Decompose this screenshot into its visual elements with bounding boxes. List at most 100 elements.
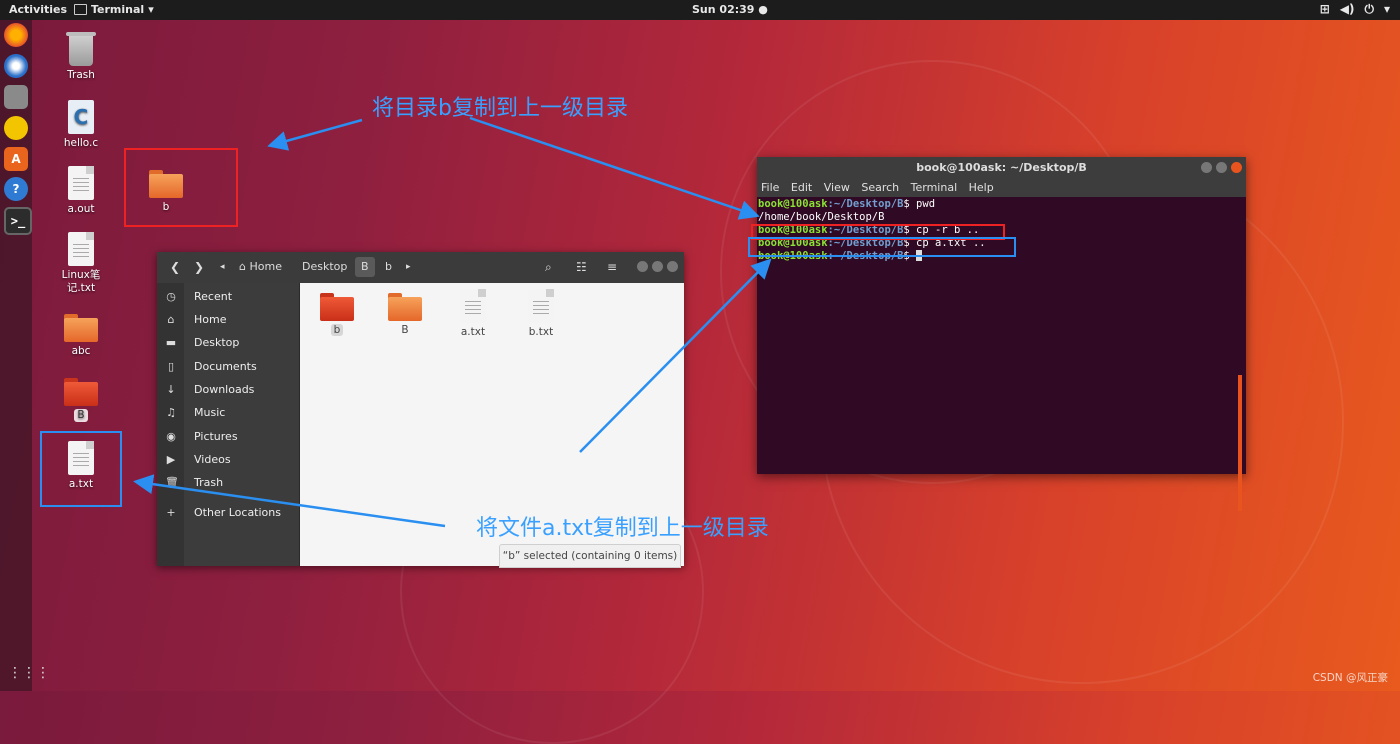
scrollbar[interactable] [1238, 375, 1242, 511]
breadcrumb-b[interactable]: b [379, 257, 398, 277]
activities-button[interactable]: Activities [9, 3, 67, 16]
camera-icon: ◉ [166, 430, 176, 443]
trash-icon [66, 32, 96, 66]
sidebar-item-trash[interactable]: 🗑 Trash [157, 473, 299, 493]
top-bar: Activities Terminal ▾ Sun 02:39 ● ⊞ ◀) ⏻… [0, 0, 1400, 20]
sidebar-item-downloads[interactable]: ↓ Downloads [157, 380, 299, 400]
dock: A ? >_ ⋮⋮⋮ [0, 20, 50, 691]
video-icon: ▶ [166, 453, 176, 466]
sidebar-item-home[interactable]: ⌂ Home [157, 310, 299, 330]
chevron-down-icon: ▾ [1383, 2, 1390, 16]
chevron-down-icon: ▾ [148, 3, 154, 16]
highlight-box-folder-b [124, 148, 238, 227]
highlight-box-cp-a-txt [748, 237, 1016, 257]
help-icon[interactable]: ? [4, 177, 28, 201]
search-icon[interactable]: ⌕ [545, 260, 552, 275]
file-item-B[interactable]: B [380, 293, 430, 336]
firefox-icon[interactable] [4, 23, 28, 47]
file-item-label: B [401, 324, 409, 336]
file-item-label: b [330, 324, 344, 336]
document-icon [528, 289, 554, 323]
sidebar-item-pictures[interactable]: ◉ Pictures [157, 427, 299, 447]
sidebar-item-music[interactable]: ♫ Music [157, 403, 299, 423]
folder-icon [388, 293, 422, 321]
crumb-right-arrow-icon[interactable]: ▸ [406, 262, 411, 272]
file-item-b[interactable]: b [312, 293, 362, 336]
desktop-icon-trash[interactable]: Trash [51, 32, 111, 82]
file-item-label: a.txt [460, 326, 486, 338]
music-icon: ♫ [166, 406, 176, 419]
file-item-b-txt[interactable]: b.txt [516, 289, 566, 338]
file-manager-headerbar: ❮ ❯ ◂ ⌂ Home Desktop B b ▸ ⌕ ☷ ≡ [157, 252, 684, 283]
view-options-icon[interactable]: ☷ [576, 260, 587, 274]
document-icon: ▯ [167, 360, 175, 373]
arrow [469, 116, 760, 220]
sidebar-item-recent[interactable]: ◷ Recent [157, 287, 299, 307]
files-icon[interactable] [4, 85, 28, 109]
sidebar-item-videos[interactable]: ▶ Videos [157, 450, 299, 470]
sidebar-item-other-locations[interactable]: + Other Locations [157, 503, 299, 523]
menu-terminal[interactable]: Terminal [911, 181, 958, 194]
annotation-text-bottom: 将文件a.txt复制到上一级目录 [476, 516, 769, 541]
menu-help[interactable]: Help [969, 181, 994, 194]
software-center-icon[interactable]: A [4, 147, 28, 171]
sidebar-item-desktop[interactable]: ▬ Desktop [157, 333, 299, 353]
terminal-menubar: File Edit View Search Terminal Help [757, 178, 1246, 197]
arrow [267, 118, 363, 151]
system-tray[interactable]: ⊞ ◀) ⏻ ▾ [1320, 2, 1390, 17]
desktop-icon-a-out[interactable]: a.out [51, 166, 111, 216]
crumb-left-arrow-icon[interactable]: ◂ [220, 262, 225, 272]
back-icon[interactable]: ❮ [170, 260, 180, 274]
breadcrumb-desktop[interactable]: Desktop [296, 257, 353, 277]
menu-search[interactable]: Search [861, 181, 899, 194]
folder-icon [320, 293, 354, 321]
close-button[interactable] [667, 261, 678, 272]
watermark: CSDN @风正豪 [1312, 672, 1388, 684]
document-icon [68, 232, 94, 266]
trash-icon: 🗑 [165, 476, 179, 489]
c-source-file-icon: C [68, 100, 94, 134]
desktop-icon-label: B [74, 409, 88, 422]
selection-status: “b” selected (containing 0 items) [499, 544, 681, 568]
menu-icon[interactable]: ≡ [607, 260, 617, 274]
terminal-line: book@100ask:~/Desktop/B$ pwd [758, 198, 936, 210]
folder-icon: ▬ [165, 336, 177, 349]
file-item-label: b.txt [528, 326, 554, 338]
sidebar-item-documents[interactable]: ▯ Documents [157, 357, 299, 377]
home-icon: ⌂ [167, 313, 175, 326]
thunderbird-icon[interactable] [4, 54, 28, 78]
rhythmbox-icon[interactable] [4, 116, 28, 140]
file-item-a-txt[interactable]: a.txt [448, 289, 498, 338]
document-icon [68, 166, 94, 200]
maximize-button[interactable] [652, 261, 663, 272]
plus-icon: + [166, 506, 176, 519]
breadcrumb-B[interactable]: B [355, 257, 375, 277]
terminal-icon[interactable]: >_ [4, 207, 32, 235]
document-icon [460, 289, 486, 323]
desktop-icon-hello-c[interactable]: C hello.c [51, 100, 111, 150]
clock-icon: ◷ [166, 290, 176, 303]
power-icon: ⏻ [1364, 2, 1374, 16]
breadcrumb-home[interactable]: ⌂ Home [233, 257, 288, 277]
clock[interactable]: Sun 02:39 ● [692, 3, 768, 16]
app-menu-label: Terminal [91, 3, 145, 16]
desktop-icon-abc[interactable]: abc [51, 314, 111, 358]
terminal-window: book@100ask: ~/Desktop/B File Edit View … [757, 157, 1246, 511]
maximize-button[interactable] [1216, 162, 1227, 173]
places-sidebar: ◷ Recent ⌂ Home ▬ Desktop ▯ Documents ↓ Downl… [157, 283, 300, 566]
show-applications-icon[interactable]: ⋮⋮⋮ [8, 665, 50, 681]
menu-view[interactable]: View [824, 181, 850, 194]
desktop-icon-label: abc [71, 345, 91, 357]
minimize-button[interactable] [637, 261, 648, 272]
volume-icon: ◀) [1339, 2, 1355, 16]
menu-edit[interactable]: Edit [791, 181, 812, 194]
app-menu[interactable]: Terminal ▾ [74, 3, 154, 16]
close-button[interactable] [1231, 162, 1242, 173]
network-icon: ⊞ [1319, 2, 1330, 16]
desktop-icon-folder-B[interactable]: B [51, 378, 111, 422]
menu-file[interactable]: File [761, 181, 779, 194]
minimize-button[interactable] [1201, 162, 1212, 173]
annotation-text-top: 将目录b复制到上一级目录 [372, 96, 628, 121]
desktop-icon-linux-notes[interactable]: Linux笔记.txt [51, 232, 111, 295]
forward-icon[interactable]: ❯ [194, 260, 204, 274]
